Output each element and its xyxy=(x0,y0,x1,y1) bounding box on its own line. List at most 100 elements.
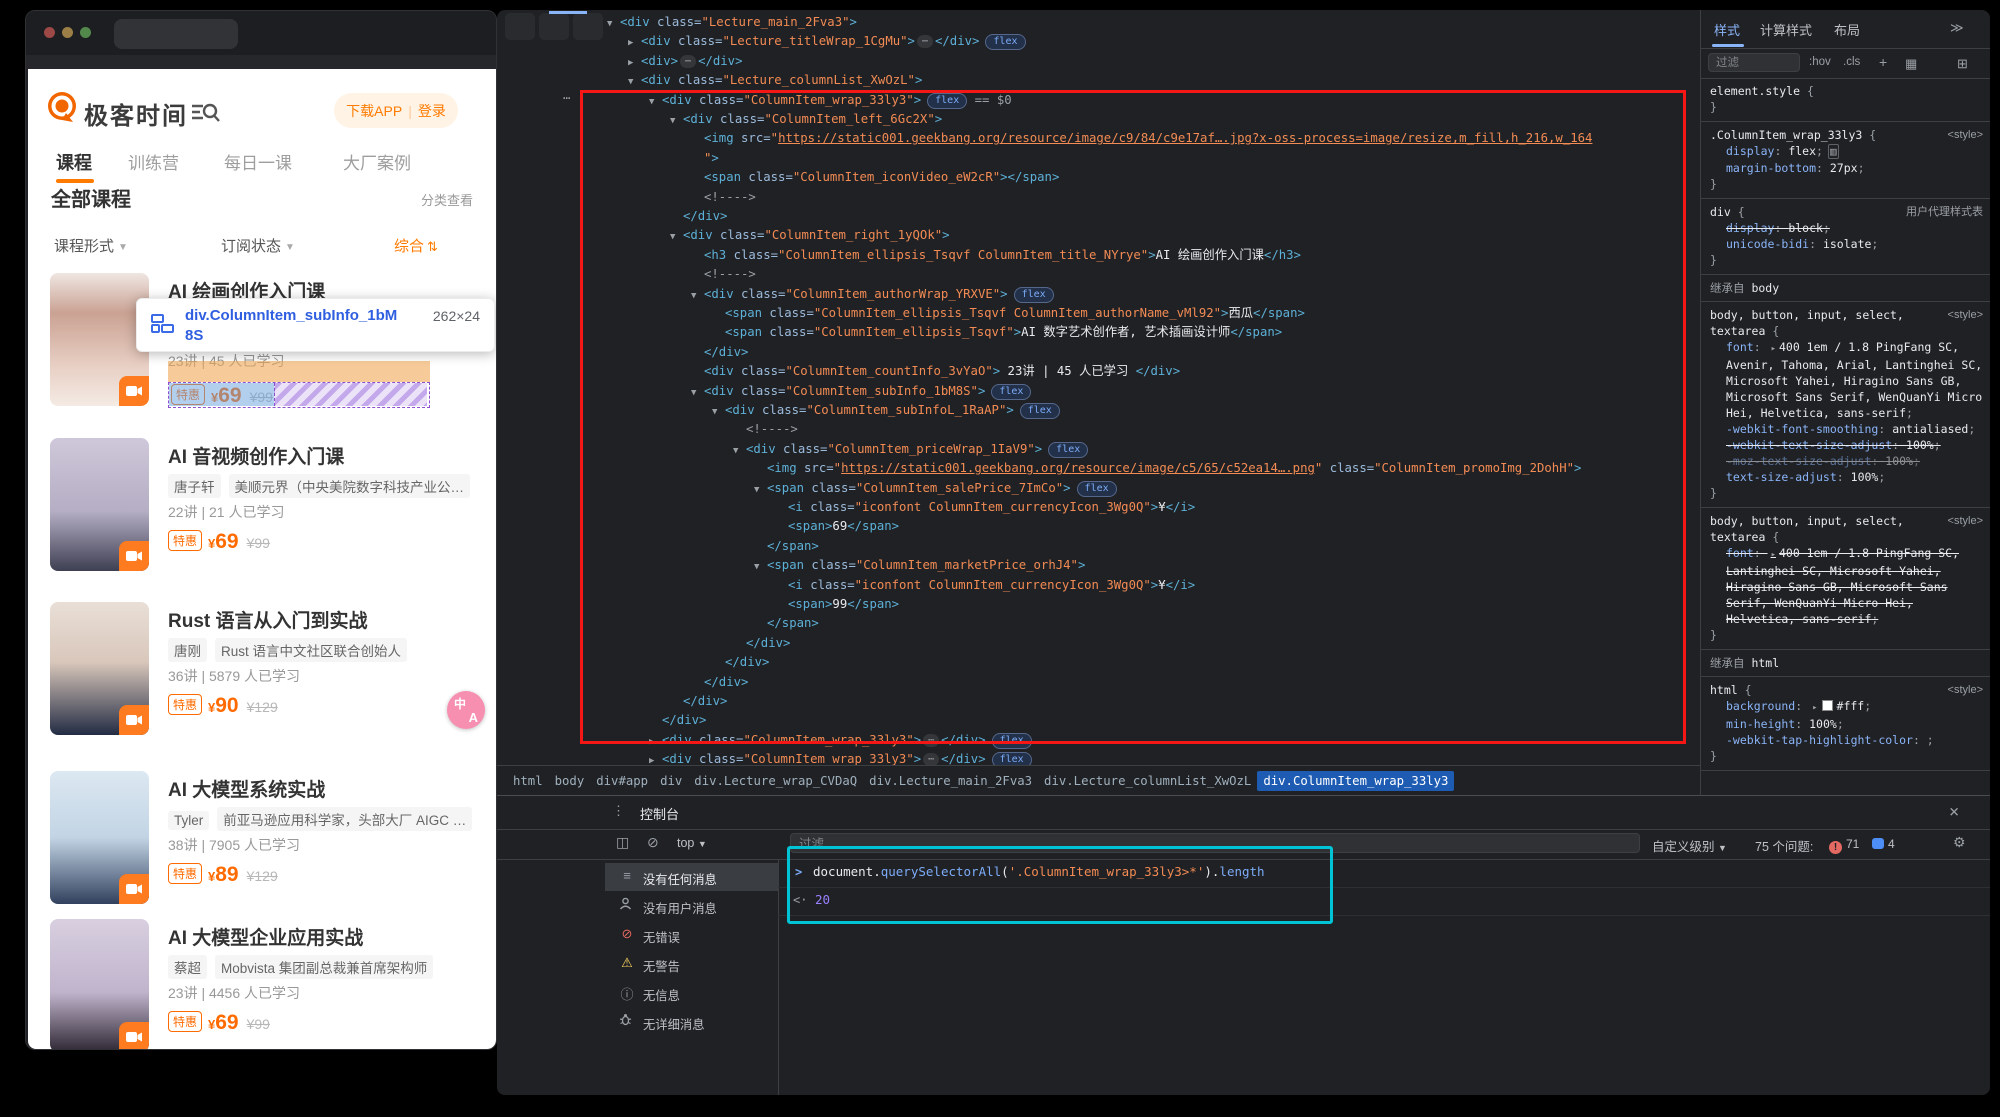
color-swatch[interactable] xyxy=(1821,700,1833,711)
window-close-icon[interactable] xyxy=(44,27,55,38)
css-property[interactable]: font: ▸ 400 1em / 1.8 PingFang SC, Lantin… xyxy=(1710,545,1983,627)
css-property[interactable]: unicode-bidi: isolate; xyxy=(1710,236,1983,252)
console-sidebar-item[interactable]: ≡ 没有任何消息 xyxy=(605,863,778,891)
tab-computed[interactable]: 计算样式 xyxy=(1760,20,1812,39)
console-sidebar-icon[interactable]: ◫ xyxy=(616,834,629,851)
log-levels-dropdown[interactable]: 自定义级别 ▼ xyxy=(1652,836,1727,855)
css-property[interactable]: background: ▸ #fff; xyxy=(1710,698,1983,716)
inherited-from[interactable]: html xyxy=(1751,656,1779,670)
breadcrumb-item[interactable]: div.ColumnItem_wrap_33ly3 xyxy=(1257,770,1455,791)
download-app-button[interactable]: 下载APP xyxy=(346,101,402,121)
clear-console-icon[interactable]: ⊘ xyxy=(647,834,659,851)
filter-course-form[interactable]: 课程形式 ▼ xyxy=(54,235,128,256)
elements-tree-line[interactable]: ▼ <div class="Lecture_main_2Fva3"> xyxy=(607,13,857,32)
css-property[interactable]: font: ▸ 400 1em / 1.8 PingFang SC, Avenir… xyxy=(1710,339,1983,421)
rule-origin-link[interactable]: <style> xyxy=(1948,682,1983,698)
css-property[interactable]: text-size-adjust: 100%; xyxy=(1710,469,1983,485)
expand-arrow-icon[interactable]: ▸ xyxy=(1812,703,1817,713)
course-card[interactable]: AI 大模型系统实战 Tyler 前亚马逊应用科学家，头部大厂 AIGC … 38讲 … xyxy=(28,771,496,931)
geekbang-logo-icon[interactable] xyxy=(46,91,78,125)
cls-toggle[interactable]: .cls xyxy=(1843,56,1860,68)
course-card[interactable]: Rust 语言从入门到实战 唐刚 Rust 语言中文社区联合创始人 36讲 | 587… xyxy=(28,602,496,762)
console-sidebar-item[interactable]: ⚠ 无警告 xyxy=(605,950,778,978)
browser-address-bar[interactable] xyxy=(26,55,496,69)
css-property[interactable]: margin-bottom: 27px; xyxy=(1710,160,1983,176)
course-card[interactable]: AI 音视频创作入门课 唐子轩 美顺元界（中央美院数字科技产业公… 22讲 | 21 … xyxy=(28,438,496,598)
error-count-badge[interactable]: ! 71 xyxy=(1829,835,1859,854)
elements-tree-line[interactable]: ▶ <div class="ColumnItem_wrap_33ly3"> ⋯ </d… xyxy=(649,750,1032,765)
console-sidebar-item[interactable]: ⓘ 无信息 xyxy=(605,979,778,1007)
css-rule[interactable]: <style> .ColumnItem_wrap_33ly3 {display: … xyxy=(1701,122,1990,199)
breadcrumb-item[interactable]: html xyxy=(507,771,549,791)
context-selector[interactable]: top ▼ xyxy=(677,836,707,850)
css-property[interactable]: display: flex; ▥ xyxy=(1710,143,1983,160)
tab-layout[interactable]: 布局 xyxy=(1834,20,1860,39)
course-card[interactable]: AI 大模型企业应用实战 蔡超 Mobvista 集团副总裁兼首席架构师 23讲 | … xyxy=(28,919,496,1049)
message-count-badge[interactable]: 4 xyxy=(1872,835,1895,853)
view-by-category-link[interactable]: 分类查看 xyxy=(421,190,473,209)
nav-item-1[interactable]: 课程 xyxy=(56,149,92,175)
css-rule[interactable]: <style> body, button, input, select, text… xyxy=(1701,302,1990,508)
rule-origin-link[interactable]: <style> xyxy=(1948,513,1983,529)
translate-button[interactable]: 中 A xyxy=(447,691,485,729)
rule-origin-link[interactable]: <style> xyxy=(1948,127,1983,143)
line-options-icon[interactable]: ⋯ xyxy=(563,91,570,105)
nav-item-2[interactable]: 训练营 xyxy=(128,149,179,174)
expand-arrow-icon[interactable]: ▸ xyxy=(1771,550,1776,560)
console-tab[interactable]: 控制台 xyxy=(640,804,679,823)
css-rule[interactable]: 用户代理样式表 div {display: block; unicode-bidi:… xyxy=(1701,199,1990,275)
console-sidebar-item[interactable]: 无详细消息 xyxy=(605,1008,778,1036)
hov-toggle[interactable]: :hov xyxy=(1809,56,1831,68)
breadcrumb-item[interactable]: body xyxy=(549,771,591,791)
breadcrumb-item[interactable]: div#app xyxy=(590,771,654,791)
code-segment[interactable]: ⋯ xyxy=(916,35,933,49)
issues-count-label[interactable]: 75 个问题: xyxy=(1755,836,1813,855)
css-property[interactable]: -webkit-tap-highlight-color: ; xyxy=(1710,732,1983,748)
css-property[interactable]: min-height: 100%; xyxy=(1710,716,1983,732)
more-tabs-icon[interactable]: ≫ xyxy=(1950,20,1964,36)
computed-sidebar-icon[interactable]: ⊞ xyxy=(1957,56,1968,72)
css-property[interactable]: -webkit-text-size-adjust: 100%; xyxy=(1710,437,1983,453)
gear-icon[interactable]: ⚙ xyxy=(1953,834,1966,851)
login-button[interactable]: 登录 xyxy=(418,101,446,121)
window-minimize-icon[interactable] xyxy=(62,27,73,38)
code-segment[interactable]: ⋯ xyxy=(923,753,940,765)
code-segment[interactable]: ⋯ xyxy=(680,54,697,68)
rule-origin-link[interactable]: <style> xyxy=(1948,307,1983,323)
css-rule[interactable]: element.style {} xyxy=(1701,78,1990,122)
search-icon[interactable] xyxy=(191,101,221,123)
console-sidebar-item[interactable]: ⊘ 无错误 xyxy=(605,921,778,949)
filter-sort[interactable]: 综合 ⇅ xyxy=(394,235,438,256)
css-property[interactable]: display: block; xyxy=(1710,220,1983,236)
elements-tree-line[interactable]: ▶ <div class="Lecture_titleWrap_1CgMu"> ⋯ <… xyxy=(628,32,1026,51)
breadcrumb-item[interactable]: div.Lecture_columnList_XwOzL xyxy=(1038,771,1257,791)
inherited-from[interactable]: body xyxy=(1751,281,1779,295)
window-zoom-icon[interactable] xyxy=(80,27,91,38)
breadcrumb-item[interactable]: div.Lecture_wrap_CVDaQ xyxy=(688,771,863,791)
collapse-arrow-icon[interactable]: ▶ xyxy=(628,54,641,73)
breadcrumb-item[interactable]: div xyxy=(654,771,688,791)
tab-styles[interactable]: 样式 xyxy=(1714,20,1740,39)
breadcrumb-item[interactable]: div.Lecture_main_2Fva3 xyxy=(863,771,1038,791)
css-rule[interactable]: <style> body, button, input, select, text… xyxy=(1701,508,1990,650)
filter-subscribe-status[interactable]: 订阅状态 ▼ xyxy=(221,235,295,256)
css-rule[interactable]: <style> html {background: ▸ #fff; min-heigh… xyxy=(1701,677,1990,771)
elements-tree-line[interactable]: ▶ <div> ⋯ </div> xyxy=(628,52,742,71)
rule-origin-link[interactable]: 用户代理样式表 xyxy=(1906,204,1983,220)
collapse-arrow-icon[interactable]: ▶ xyxy=(628,34,641,53)
elements-tree-line[interactable]: ▼ <div class="Lecture_columnList_XwOzL"> xyxy=(628,71,922,90)
more-options-icon[interactable]: ⋮ xyxy=(612,804,625,819)
collapse-arrow-icon[interactable]: ▶ xyxy=(649,752,662,765)
flex-badge[interactable]: flex xyxy=(985,34,1026,51)
course-card[interactable]: AI 绘画创作入门课23讲 | 45 人已学习特惠¥69¥9923讲 | 45 … xyxy=(28,273,496,433)
styles-filter-input[interactable]: 过滤 xyxy=(1708,53,1800,72)
flex-badge[interactable]: flex xyxy=(991,752,1032,765)
console-sidebar-item[interactable]: 没有用户消息 xyxy=(605,892,778,920)
new-rule-button[interactable]: + xyxy=(1879,54,1887,70)
css-property[interactable]: -moz-text-size-adjust: 100%; xyxy=(1710,453,1983,469)
close-icon[interactable]: × xyxy=(1949,802,1959,822)
css-property[interactable]: -webkit-font-smoothing: antialiased; xyxy=(1710,421,1983,437)
expand-arrow-icon[interactable]: ▸ xyxy=(1771,344,1776,354)
expand-arrow-icon[interactable]: ▼ xyxy=(607,15,620,34)
nav-item-4[interactable]: 大厂案例 xyxy=(343,149,411,174)
